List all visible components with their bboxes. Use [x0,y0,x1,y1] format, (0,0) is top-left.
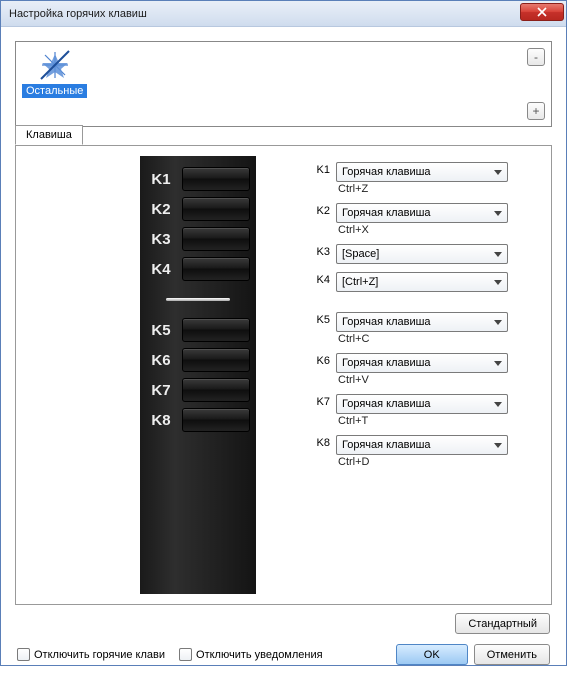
assignment-label: K7 [316,394,336,408]
assignment-label: K2 [316,203,336,217]
keypad-key-label: K4 [146,261,176,278]
assignment-shortcut: Ctrl+X [336,224,508,236]
assignment-row: K1 Горячая клавиша Ctrl+Z [316,162,537,195]
keypad-key [182,257,250,281]
keypad-key [182,197,250,221]
keypad-row: K1 [140,164,256,194]
tab-body: K1 K2 K3 K4 K5 K6 K7 K8 K1 Горячая клави… [15,145,552,605]
keypad-key-label: K5 [146,322,176,339]
keypad-key-label: K3 [146,231,176,248]
content-area: Остальные - + Клавиша K1 K2 K3 K4 K5 K6 [1,27,566,673]
assignment-combo-k7[interactable]: Горячая клавиша [336,394,508,414]
star-icon [38,48,72,82]
keypad-key-label: K1 [146,171,176,188]
window-title: Настройка горячих клавиш [9,8,520,20]
dialog-window: Настройка горячих клавиш [0,0,567,666]
assignment-row: K3 [Space] [316,244,537,264]
checkbox-label: Отключить уведомления [196,649,323,661]
assignment-shortcut: Ctrl+Z [336,183,508,195]
keypad-divider [166,298,231,301]
assignment-combo-k5[interactable]: Горячая клавиша [336,312,508,332]
remove-category-button[interactable]: - [527,48,545,66]
checkbox-icon [17,648,30,661]
keypad-key [182,378,250,402]
keypad-row: K6 [140,345,256,375]
add-category-button[interactable]: + [527,102,545,120]
category-item[interactable]: Остальные [20,46,89,100]
keypad-key-label: K2 [146,201,176,218]
keypad-row: K2 [140,194,256,224]
default-button[interactable]: Стандартный [455,613,550,634]
assignment-shortcut: Ctrl+V [336,374,508,386]
assignment-label: K1 [316,162,336,176]
keypad-row: K4 [140,254,256,284]
bottom-bar: Отключить горячие клави Отключить уведом… [15,644,552,665]
assignment-shortcut: Ctrl+T [336,415,508,427]
assignment-label: K3 [316,244,336,258]
tab-key[interactable]: Клавиша [15,125,83,145]
checkbox-icon [179,648,192,661]
keypad-row: K5 [140,315,256,345]
assignment-combo-k2[interactable]: Горячая клавиша [336,203,508,223]
assignment-combo-k6[interactable]: Горячая клавиша [336,353,508,373]
assignment-combo-k8[interactable]: Горячая клавиша [336,435,508,455]
category-side-buttons: - + [527,46,547,122]
assignment-shortcut: Ctrl+D [336,456,508,468]
keypad-key [182,167,250,191]
keypad-key-label: K7 [146,382,176,399]
keypad-row: K8 [140,405,256,435]
disable-hotkeys-checkbox[interactable]: Отключить горячие клави [17,648,165,661]
keypad-key [182,408,250,432]
keypad-illustration: K1 K2 K3 K4 K5 K6 K7 K8 [140,156,256,594]
keypad-row: K7 [140,375,256,405]
assignment-label: K5 [316,312,336,326]
assignment-label: K4 [316,272,336,286]
category-list: Остальные [20,46,527,122]
assignment-row: K5 Горячая клавиша Ctrl+C [316,312,537,345]
assignment-row: K4 [Ctrl+Z] [316,272,537,292]
assignment-row: K6 Горячая клавиша Ctrl+V [316,353,537,386]
checkbox-label: Отключить горячие клави [34,649,165,661]
assignment-combo-k3[interactable]: [Space] [336,244,508,264]
assignment-combo-k1[interactable]: Горячая клавиша [336,162,508,182]
keypad-key [182,318,250,342]
keypad-row: K3 [140,224,256,254]
category-panel: Остальные - + [15,41,552,127]
assignment-shortcut: Ctrl+C [336,333,508,345]
keypad-key-label: K8 [146,412,176,429]
assignment-label: K6 [316,353,336,367]
default-row: Стандартный [15,613,552,634]
tab-container: Клавиша K1 K2 K3 K4 K5 K6 K7 K8 K1 [15,145,552,605]
assignment-row: K8 Горячая клавиша Ctrl+D [316,435,537,468]
category-label: Остальные [22,84,87,98]
assignment-row: K7 Горячая клавиша Ctrl+T [316,394,537,427]
close-icon [537,7,547,17]
assignment-row: K2 Горячая клавиша Ctrl+X [316,203,537,236]
keypad-key [182,227,250,251]
close-button[interactable] [520,3,564,21]
keypad-key-label: K6 [146,352,176,369]
assignment-combo-k4[interactable]: [Ctrl+Z] [336,272,508,292]
assignment-label: K8 [316,435,336,449]
ok-button[interactable]: OK [396,644,468,665]
assignments-column: K1 Горячая клавиша Ctrl+Z K2 Горячая кла… [256,156,537,594]
disable-notifications-checkbox[interactable]: Отключить уведомления [179,648,323,661]
keypad-key [182,348,250,372]
cancel-button[interactable]: Отменить [474,644,550,665]
titlebar: Настройка горячих клавиш [1,1,566,27]
